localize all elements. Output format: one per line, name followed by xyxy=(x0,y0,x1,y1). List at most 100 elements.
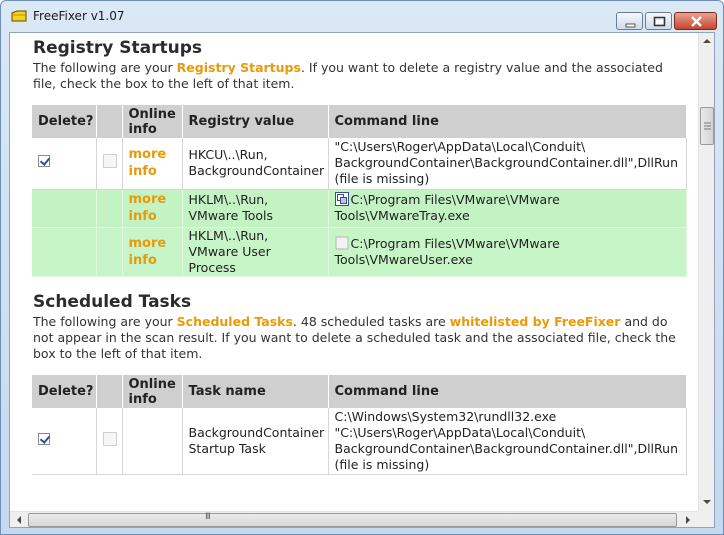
task-name-cell: BackgroundContainer Startup Task xyxy=(182,408,329,475)
table-row: more info HKLM\..\Run, VMware Tools C:\Pro… xyxy=(32,189,687,228)
generic-exe-icon xyxy=(335,236,348,249)
registry-value-line1: HKCU\..\Run, xyxy=(188,147,268,163)
freefixer-app-icon xyxy=(11,10,27,22)
delete-cell xyxy=(32,138,97,190)
tasks-intro-text-2: . 48 scheduled tasks are xyxy=(292,314,450,329)
command-line-1: C:\Program Files\VMware\VMware xyxy=(350,192,560,207)
command-line-1: C:\Windows\System32\rundll32.exe xyxy=(334,408,557,424)
col-online-info-line2: info xyxy=(128,121,157,137)
registry-value-line1: HKLM\..\Run, xyxy=(188,227,269,243)
more-info-cell: more info xyxy=(122,189,183,228)
registry-value-cell: HKLM\..\Run, VMware Tools xyxy=(182,189,329,228)
registry-value-line1: HKLM\..\Run, xyxy=(188,192,269,207)
vertical-scroll-thumb[interactable] xyxy=(700,107,714,145)
col-online-info: Online info xyxy=(122,105,183,138)
command-line-cell: "C:\Users\Roger\AppData\Local\Conduit\ Ba… xyxy=(328,138,687,190)
col-spacer xyxy=(96,375,123,408)
more-info-link-line2: info xyxy=(128,209,157,224)
col-command-line: Command line xyxy=(328,375,687,408)
spacer-cell xyxy=(96,189,123,228)
tasks-intro: The following are your Scheduled Tasks. … xyxy=(33,314,693,362)
command-line-cell: C:\Windows\System32\rundll32.exe "C:\User… xyxy=(328,408,687,475)
col-online-info-line1: Online xyxy=(128,106,176,122)
more-info-cell: more info xyxy=(122,138,183,190)
close-button[interactable] xyxy=(674,12,717,30)
thumb-grip-label: III xyxy=(205,512,211,522)
thumb-grip-icon xyxy=(704,122,711,130)
app-window: FreeFixer v1.07 Registry Startups The fo… xyxy=(0,0,724,535)
delete-cell xyxy=(32,408,97,475)
scroll-corner xyxy=(698,511,714,527)
maximize-button[interactable] xyxy=(645,12,672,30)
command-line-2: Tools\VMwareUser.exe xyxy=(334,251,473,267)
col-online-info-line1: Online xyxy=(128,376,176,392)
command-line-1: "C:\Users\Roger\AppData\Local\Conduit\ xyxy=(334,139,586,155)
registry-header-row: Delete? Online info Registry value Comman… xyxy=(32,105,687,138)
whitelisted-highlight: whitelisted by FreeFixer xyxy=(449,314,621,329)
horizontal-scroll-thumb[interactable]: III xyxy=(28,512,677,527)
col-spacer xyxy=(96,105,123,138)
title-bar[interactable]: FreeFixer v1.07 xyxy=(1,1,723,31)
spacer-cell xyxy=(96,227,123,277)
tasks-intro-text-1: The following are your xyxy=(33,314,177,329)
scroll-right-icon[interactable] xyxy=(680,512,696,528)
file-icon xyxy=(102,431,117,446)
col-registry-value: Registry value xyxy=(182,105,329,138)
minimize-icon xyxy=(625,23,636,28)
registry-startups-heading: Registry Startups xyxy=(33,38,202,58)
horizontal-scrollbar[interactable]: III xyxy=(10,511,698,528)
registry-value-line2: BackgroundContainer xyxy=(188,163,325,179)
tasks-table: Delete? Online info Task name Command lin… xyxy=(32,375,687,475)
maximize-icon xyxy=(653,16,666,27)
more-info-cell: more info xyxy=(122,227,183,277)
more-info-link[interactable]: more info xyxy=(129,192,167,224)
delete-checkbox[interactable] xyxy=(38,155,50,168)
command-line-3: (file is missing) xyxy=(334,171,430,187)
spacer-cell xyxy=(96,138,123,190)
tasks-intro-text-3: and do xyxy=(620,314,668,329)
window-title: FreeFixer v1.07 xyxy=(33,9,125,23)
delete-checkbox[interactable] xyxy=(38,432,50,445)
command-line-2: BackgroundContainer\BackgroundContainer.… xyxy=(334,155,679,171)
close-icon xyxy=(691,16,702,27)
registry-intro-text-2: . If you want to delete a registry value… xyxy=(300,60,663,75)
delete-cell xyxy=(32,189,97,228)
registry-intro-highlight: Registry Startups xyxy=(176,60,301,75)
tasks-header-row: Delete? Online info Task name Command lin… xyxy=(32,375,687,408)
spacer-cell xyxy=(96,408,123,475)
task-name-line1: BackgroundContainer xyxy=(188,424,325,440)
scheduled-tasks-heading: Scheduled Tasks xyxy=(33,292,192,312)
scroll-up-icon[interactable] xyxy=(699,33,715,49)
vmware-tray-icon xyxy=(334,192,349,206)
registry-intro: The following are your Registry Startups… xyxy=(33,60,683,92)
registry-value-line2: VMware Tools xyxy=(188,208,274,223)
more-info-link[interactable]: more info xyxy=(129,236,167,268)
table-row: more info HKLM\..\Run, VMware User Process… xyxy=(32,227,687,277)
more-info-link-line1: more xyxy=(128,147,167,163)
col-delete: Delete? xyxy=(32,375,97,408)
command-line-2: "C:\Users\Roger\AppData\Local\Conduit\ xyxy=(334,424,586,440)
more-info-link-line1: more xyxy=(128,235,167,251)
more-info-link[interactable]: more info xyxy=(129,147,167,179)
scroll-left-icon[interactable] xyxy=(11,512,27,528)
col-delete: Delete? xyxy=(32,105,97,138)
table-row: more info HKCU\..\Run, BackgroundContainer… xyxy=(32,138,687,190)
minimize-button[interactable] xyxy=(616,12,643,30)
command-line-2: Tools\VMwareTray.exe xyxy=(334,208,470,223)
vertical-scrollbar[interactable] xyxy=(698,33,715,511)
command-line-cell: C:\Program Files\VMware\VMware Tools\VMwa… xyxy=(328,227,687,277)
registry-value-cell: HKCU\..\Run, BackgroundContainer xyxy=(182,138,329,190)
command-line-1: C:\Program Files\VMware\VMware xyxy=(350,235,560,251)
col-online-info: Online info xyxy=(122,375,183,408)
more-info-link-line1: more xyxy=(128,192,167,207)
table-row: BackgroundContainer Startup Task C:\Windo… xyxy=(32,408,687,475)
more-info-link-line2: info xyxy=(128,252,157,268)
tasks-intro-text-5: box to the left of that item. xyxy=(33,346,203,361)
scroll-down-icon[interactable] xyxy=(699,494,715,510)
report-view[interactable]: Registry Startups The following are your… xyxy=(9,32,715,528)
tasks-intro-text-4: not appear in the scan result. If you wa… xyxy=(33,330,676,345)
command-line-3: BackgroundContainer\BackgroundContainer.… xyxy=(334,440,679,456)
registry-intro-text-1: The following are your xyxy=(33,60,177,75)
col-task-name: Task name xyxy=(182,375,329,408)
delete-cell xyxy=(32,227,97,277)
